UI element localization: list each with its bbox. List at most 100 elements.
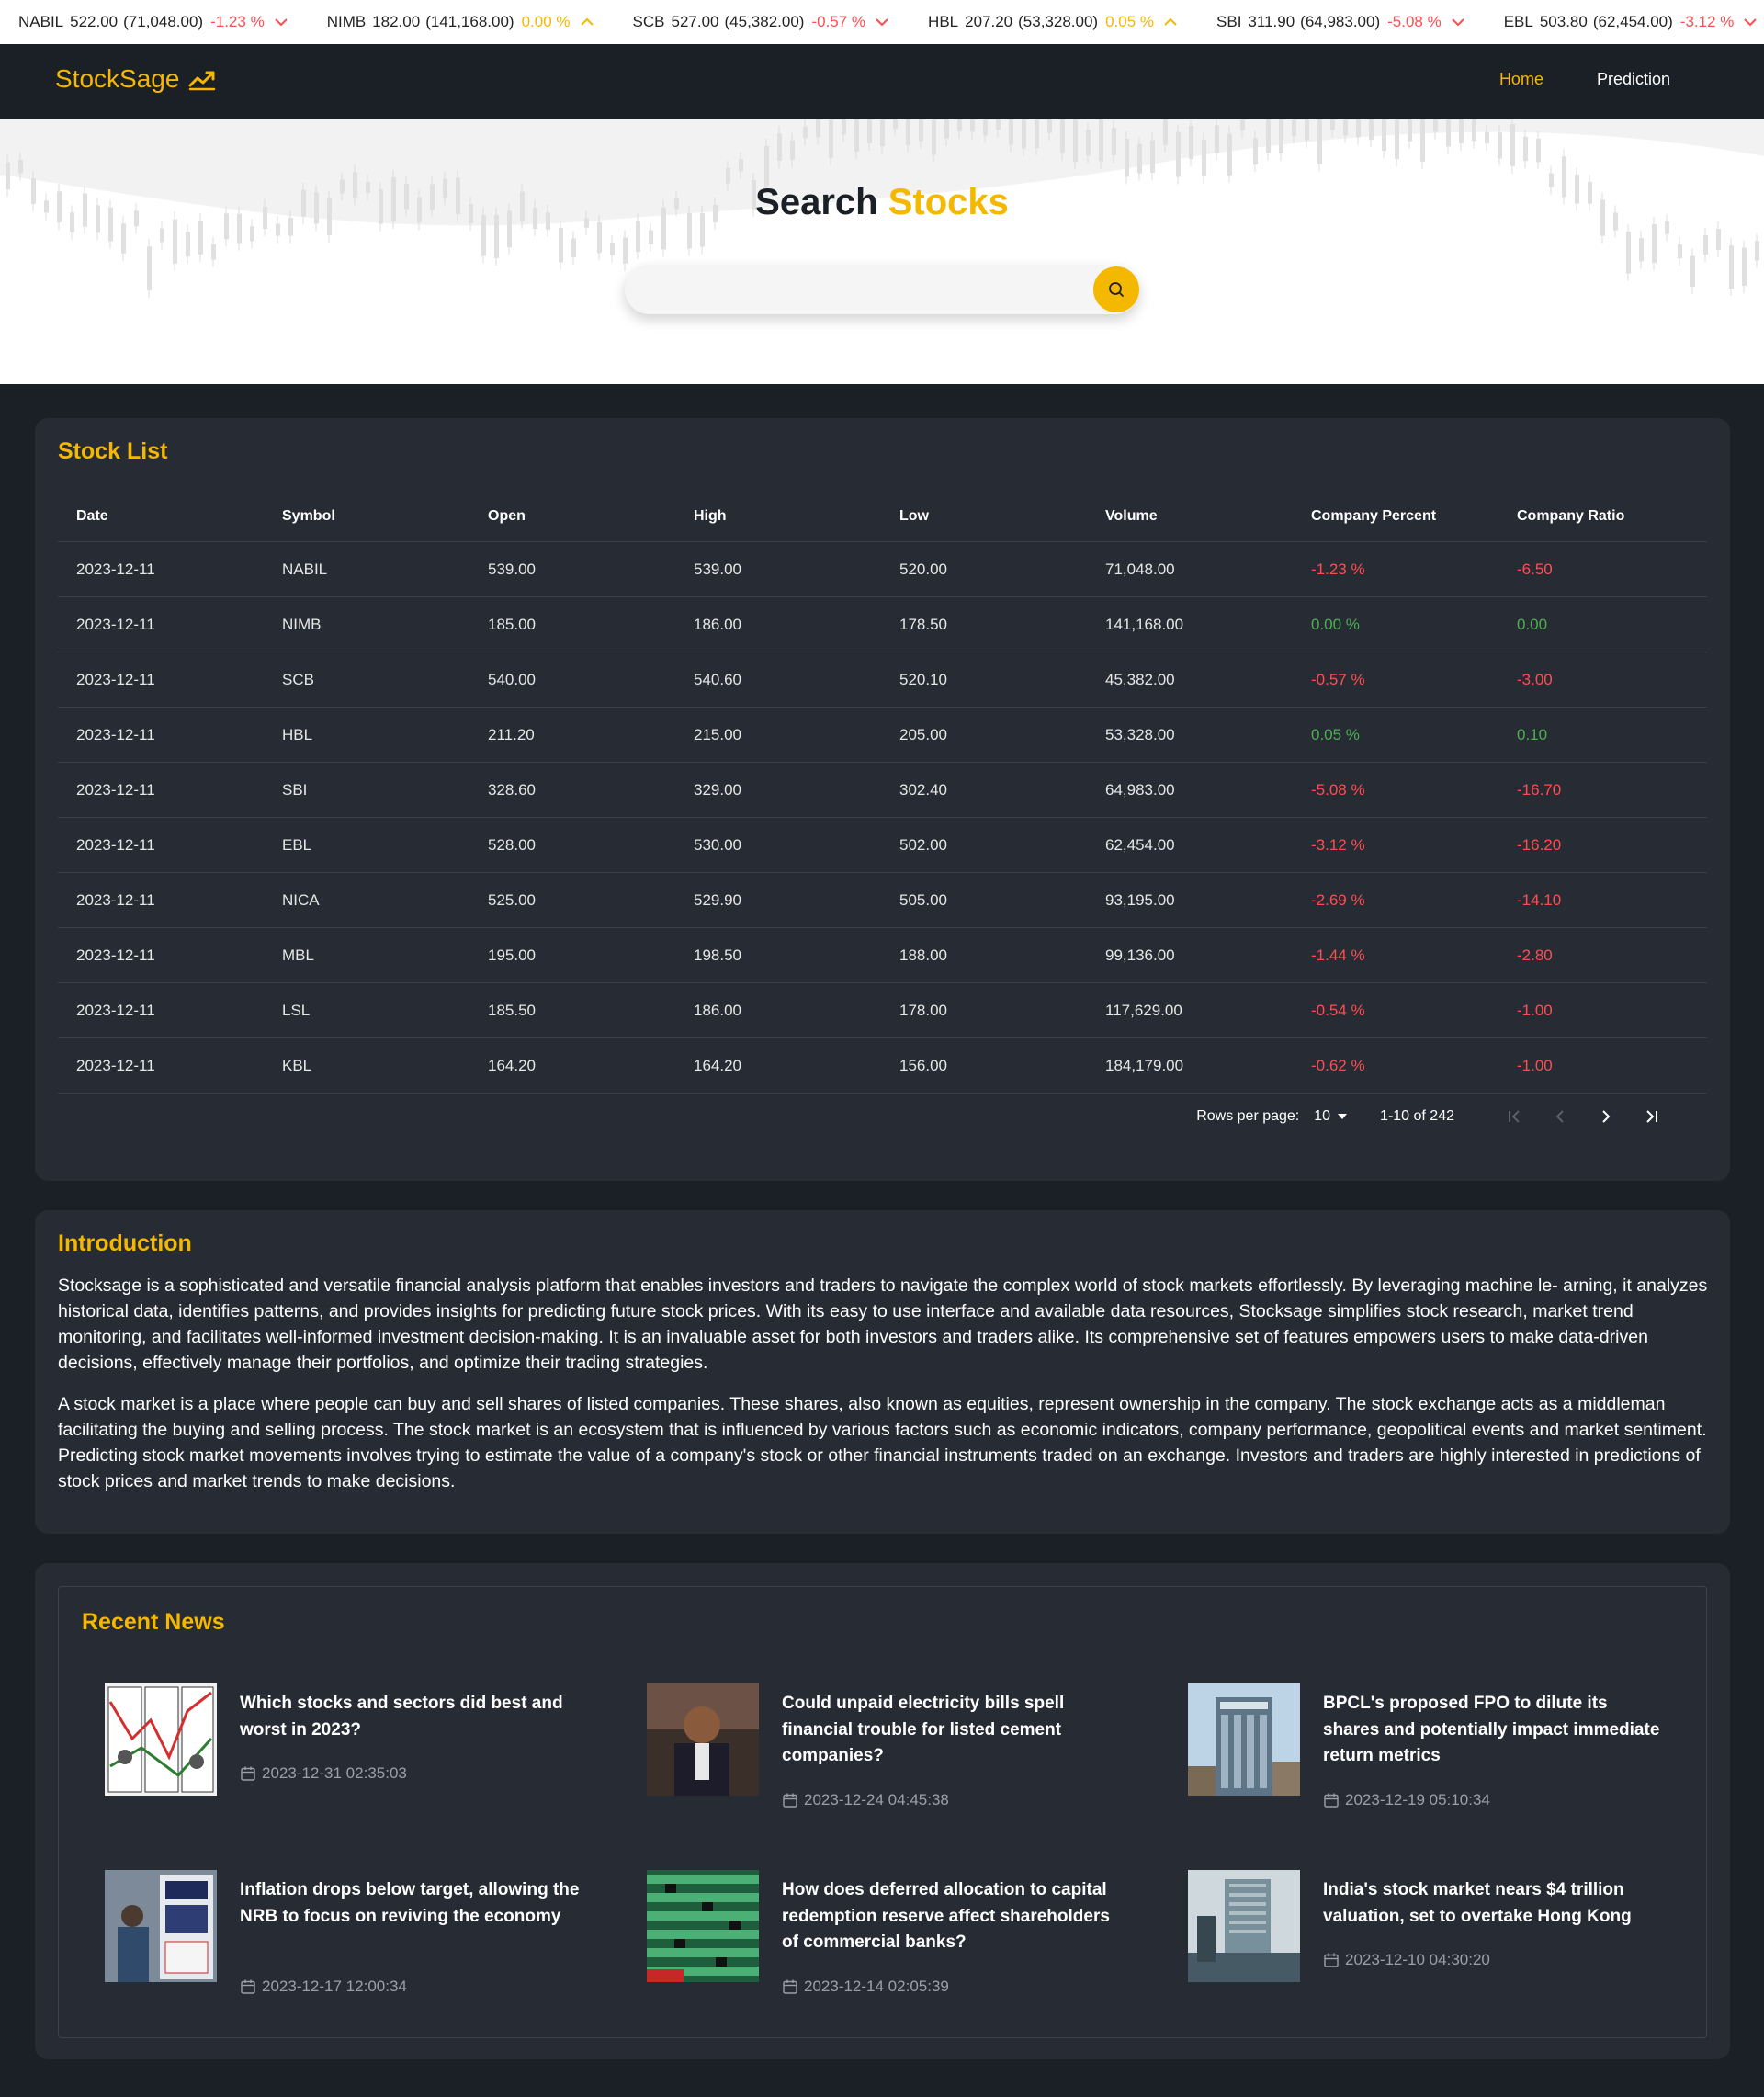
ticker-change: -0.57 % [811,13,866,30]
next-page-button[interactable] [1583,1103,1629,1130]
news-item[interactable]: India's stock market nears $4 trillion v… [1188,1870,1684,1989]
news-date: 2023-12-14 02:05:39 [782,1978,949,1996]
table-cell: 505.00 [899,890,947,909]
hero-title-part2: Stocks [888,182,1009,222]
calendar-icon [783,1979,797,1994]
nav-link-prediction[interactable]: Prediction [1597,70,1670,89]
table-cell: NICA [282,890,320,909]
calendar-icon [1324,1793,1339,1808]
table-row[interactable]: 2023-12-11 KBL 164.20 164.20 156.00 184,179.0… [58,1038,1707,1094]
table-row[interactable]: 2023-12-11 LSL 185.50 186.00 178.00 117,629.0… [58,983,1707,1038]
table-cell: 198.50 [694,946,741,964]
ticker-item: HBL 207.20 (53,328.00) 0.05 % [910,13,1198,31]
table-row[interactable]: 2023-12-11 SCB 540.00 540.60 520.10 45,382.00… [58,652,1707,708]
news-headline[interactable]: How does deferred allocation to capital … [782,1877,1122,1956]
search-icon [1109,282,1124,297]
stock-table: Date Symbol Open High Low Volume Company Perce… [58,492,1707,1094]
column-header[interactable]: Volume [1087,508,1293,525]
news-thumbnail[interactable] [647,1870,759,1982]
news-headline[interactable]: Could unpaid electricity bills spell fin… [782,1691,1122,1770]
column-header[interactable]: Company Percent [1293,508,1498,525]
news-thumbnail[interactable] [1188,1683,1300,1796]
column-header[interactable]: High [675,508,881,525]
table-cell: -1.44 % [1311,946,1365,964]
column-header[interactable]: Date [58,508,264,525]
search-input[interactable] [645,265,1077,314]
table-row[interactable]: 2023-12-11 NICA 525.00 529.90 505.00 93,195.0… [58,873,1707,928]
table-cell: 2023-12-11 [76,725,155,743]
table-row[interactable]: 2023-12-11 SBI 328.60 329.00 302.40 64,983.00… [58,763,1707,818]
news-item[interactable]: Which stocks and sectors did best and wo… [105,1683,601,1803]
rows-per-page-select[interactable]: 10 [1314,1108,1330,1125]
column-header[interactable]: Company Ratio [1498,508,1704,525]
column-header[interactable]: Open [469,508,675,525]
table-cell: 195.00 [488,946,536,964]
table-cell: 539.00 [488,560,536,578]
table-cell: -2.69 % [1311,890,1365,909]
table-cell: 185.00 [488,615,536,633]
column-header[interactable]: Symbol [264,508,469,525]
ticker-volume: (53,328.00) [1018,13,1099,30]
last-page-button[interactable] [1629,1103,1675,1130]
table-row[interactable]: 2023-12-11 EBL 528.00 530.00 502.00 62,454.00… [58,818,1707,873]
ticker-symbol: NABIL [18,13,64,30]
news-headline[interactable]: Inflation drops below target, allowing t… [240,1877,580,1930]
table-cell: 117,629.00 [1105,1001,1182,1019]
news-date-text: 2023-12-14 02:05:39 [804,1978,949,1995]
ticker-price: 527.00 [671,13,719,30]
table-cell: 530.00 [694,835,741,854]
news-date: 2023-12-31 02:35:03 [240,1764,407,1783]
news-item[interactable]: Could unpaid electricity bills spell fin… [647,1683,1143,1808]
prev-page-button[interactable] [1537,1103,1583,1130]
table-row[interactable]: 2023-12-11 HBL 211.20 215.00 205.00 53,328.00… [58,708,1707,763]
caret-down-icon[interactable] [1336,1112,1349,1121]
pagination-range: 1-10 of 242 [1380,1108,1454,1124]
table-cell: -1.23 % [1311,560,1365,578]
news-thumbnail[interactable] [105,1870,217,1982]
first-page-button[interactable] [1491,1103,1537,1130]
table-cell: 71,048.00 [1105,560,1175,578]
table-cell: 2023-12-11 [76,835,155,854]
news-headline[interactable]: India's stock market nears $4 trillion v… [1323,1877,1663,1930]
table-cell: 188.00 [899,946,947,964]
table-cell: 2023-12-11 [76,946,155,964]
table-cell: 328.60 [488,780,536,799]
news-item[interactable]: BPCL's proposed FPO to dilute its shares… [1188,1683,1684,1808]
table-cell: 211.20 [488,725,535,743]
table-cell: 186.00 [694,1001,741,1019]
search-button[interactable] [1093,266,1139,312]
table-cell: -1.00 [1517,1001,1553,1019]
chevron-right-icon [1602,1110,1611,1123]
table-cell: 64,983.00 [1105,780,1175,799]
table-cell: MBL [282,946,314,964]
news-thumbnail[interactable] [1188,1870,1300,1982]
table-row[interactable]: 2023-12-11 MBL 195.00 198.50 188.00 99,136.00… [58,928,1707,983]
candlestick-background-image [0,119,1764,298]
ticker-price: 503.80 [1539,13,1588,30]
table-cell: 53,328.00 [1105,725,1175,743]
news-item[interactable]: How does deferred allocation to capital … [647,1870,1143,1995]
hero-section: Search Stocks [0,119,1764,384]
table-cell: 185.50 [488,1001,536,1019]
table-cell: -3.12 % [1311,835,1365,854]
column-header[interactable]: Low [881,508,1087,525]
news-headline[interactable]: Which stocks and sectors did best and wo… [240,1691,580,1743]
news-thumbnail[interactable] [647,1683,759,1796]
table-row[interactable]: 2023-12-11 NABIL 539.00 539.00 520.00 71,048.… [58,542,1707,597]
ticker-volume: (45,382.00) [724,13,805,30]
table-cell: 93,195.00 [1105,890,1175,909]
navbar: StockSage Home Prediction [0,44,1764,119]
news-item[interactable]: Inflation drops below target, allowing t… [105,1870,601,1995]
ticker-volume: (62,454.00) [1592,13,1673,30]
brand-logo[interactable]: StockSage [55,64,216,94]
ticker-price: 207.20 [965,13,1013,30]
table-row[interactable]: 2023-12-11 NIMB 185.00 186.00 178.50 141,168.… [58,597,1707,652]
ticker-item: EBL 503.80 (62,454.00) -3.12 % [1486,13,1764,31]
trending-up-icon [188,71,216,91]
nav-link-home[interactable]: Home [1499,70,1544,89]
table-cell: 178.50 [899,615,947,633]
table-cell: SBI [282,780,308,799]
ticker-change: 0.05 % [1105,13,1155,30]
news-thumbnail[interactable] [105,1683,217,1796]
news-headline[interactable]: BPCL's proposed FPO to dilute its shares… [1323,1691,1663,1770]
